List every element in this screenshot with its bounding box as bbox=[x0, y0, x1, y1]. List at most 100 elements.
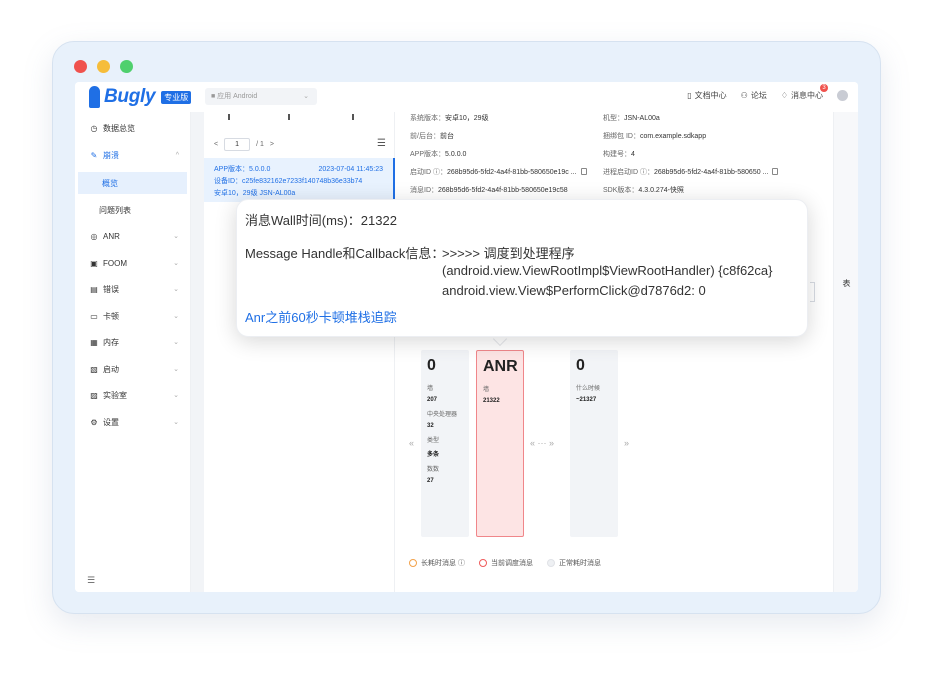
sdk-version-field: SDK版本：4.3.0.274-快照 bbox=[603, 187, 684, 194]
app-selector[interactable]: ■ 应用 Android ⌄ bbox=[205, 88, 317, 105]
window-close-button[interactable] bbox=[74, 60, 87, 73]
record-app-version: APP版本：5.0.0.0 bbox=[214, 166, 271, 173]
launch-id-field: 启动ID ⓘ：268b95d6-5fd2-4a4f-81bb-580650e19… bbox=[410, 167, 587, 177]
chevron-up-icon: ^ bbox=[175, 151, 179, 159]
sidebar-item-label: FOOM bbox=[103, 258, 127, 268]
legend-normal-message: 正常耗时消息 bbox=[546, 558, 601, 568]
next-page-button[interactable]: > bbox=[270, 141, 274, 148]
expand-gap-arrows[interactable]: « ··· » bbox=[530, 438, 554, 448]
anr-icon: ◎ bbox=[90, 231, 98, 241]
message-column-anr[interactable]: ANR 墙 21322 bbox=[476, 350, 524, 537]
bundle-id-field: 捆绑包 ID：com.example.sdkapp bbox=[603, 133, 707, 140]
docs-label: 文档中心 bbox=[694, 91, 727, 100]
tab-table[interactable]: 表 bbox=[834, 278, 858, 289]
chevron-down-icon: ⌄ bbox=[173, 260, 179, 267]
sidebar-item-launch[interactable]: ▧ 启动 ⌄ bbox=[75, 358, 191, 380]
gear-icon: ⚙ bbox=[90, 417, 98, 427]
list-item[interactable]: APP版本：5.0.0.0 2023-07-04 11:45:23 设备ID：c… bbox=[204, 158, 395, 202]
sidebar-item-label: 错误 bbox=[103, 284, 119, 294]
sidebar-item-label: 卡顿 bbox=[103, 311, 119, 321]
sidebar-item-overview[interactable]: ◷ 数据总览 bbox=[75, 117, 191, 139]
forum-link[interactable]: ⚇ 论坛 bbox=[741, 90, 767, 101]
foom-icon: ▣ bbox=[90, 258, 98, 268]
message-count-badge: 3 bbox=[820, 84, 828, 92]
document-icon: ▯ bbox=[687, 91, 692, 100]
sidebar-item-label: 内存 bbox=[103, 337, 119, 347]
sidebar-item-crash-overview[interactable]: 概览 bbox=[78, 172, 187, 194]
sidebar-item-label: 设置 bbox=[103, 417, 119, 427]
sidebar-item-label: 启动 bbox=[103, 364, 119, 374]
message-id-field: 消息ID：268b95d6-5fd2-4a4f-81bb-580650e19c5… bbox=[410, 187, 568, 194]
page-input[interactable]: 1 bbox=[224, 138, 251, 151]
app-version-field: APP版本：5.0.0.0 bbox=[410, 151, 467, 158]
chevron-down-icon: ⌄ bbox=[173, 339, 179, 346]
process-launch-id-field: 进程启动ID ⓘ：268b95d6-5fd2-4a4f-81bb-580650 … bbox=[603, 167, 779, 177]
scroll-indicator bbox=[228, 114, 358, 122]
message-detail-popup: 消息Wall时间(ms)：21322 Message Handle和Callba… bbox=[236, 199, 808, 337]
chevron-down-icon: ⌄ bbox=[173, 392, 179, 399]
window-maximize-button[interactable] bbox=[120, 60, 133, 73]
sidebar-item-crash[interactable]: ✎ 崩溃 ^ bbox=[75, 144, 191, 166]
sidebar-item-memory[interactable]: ▦ 内存 ⌄ bbox=[75, 331, 191, 353]
content-gutter bbox=[191, 112, 204, 592]
column-count: 0 bbox=[576, 357, 585, 374]
sidebar-item-label: 实验室 bbox=[103, 390, 127, 400]
avatar[interactable] bbox=[837, 90, 848, 101]
sidebar-item-label: 数据总览 bbox=[103, 123, 135, 133]
right-panel-edge bbox=[810, 282, 815, 302]
chevron-down-icon: ⌄ bbox=[173, 313, 179, 320]
sidebar-item-error[interactable]: ▤ 错误 ⌄ bbox=[75, 278, 191, 300]
page-total: / 1 bbox=[256, 141, 264, 148]
brand-badge: 专业版 bbox=[161, 90, 192, 104]
brand-logo[interactable]: Bugly 专业版 bbox=[89, 85, 192, 109]
handle-line-2: (android.view.ViewRootImpl$ViewRootHandl… bbox=[442, 263, 773, 278]
legend-long-message: 长耗时消息 ⓘ bbox=[409, 558, 465, 568]
copy-icon[interactable] bbox=[772, 168, 779, 175]
build-number-field: 构建号：4 bbox=[603, 151, 635, 158]
message-column-prev[interactable]: 0 墙 207 中央处理器 32 类型 多条 数数 27 bbox=[421, 350, 469, 537]
message-column-next[interactable]: 0 什么时候 ~21327 bbox=[570, 350, 618, 537]
sidebar-item-label: 崩溃 bbox=[103, 150, 119, 160]
lag-icon: ▭ bbox=[90, 311, 98, 321]
column-count: ANR bbox=[483, 358, 518, 375]
right-side-strip: 表 bbox=[833, 112, 858, 592]
legend-current-message: 当前调度消息 bbox=[478, 558, 533, 568]
sidebar-item-label: 问题列表 bbox=[99, 205, 131, 215]
app-selector-value: ■ 应用 Android bbox=[211, 93, 258, 100]
window-minimize-button[interactable] bbox=[97, 60, 110, 73]
menu-icon[interactable]: ☰ bbox=[377, 138, 386, 149]
sidebar-item-lag[interactable]: ▭ 卡顿 ⌄ bbox=[75, 305, 191, 327]
app-window: Bugly 专业版 ■ 应用 Android ⌄ ▯ 文档中心 ⚇ 论坛 ♢ 消… bbox=[75, 82, 858, 592]
chevron-down-icon: ⌄ bbox=[173, 366, 179, 373]
error-icon: ▤ bbox=[90, 284, 98, 294]
copy-icon[interactable] bbox=[580, 168, 587, 175]
sidebar-item-anr[interactable]: ◎ ANR ⌄ bbox=[75, 225, 191, 247]
docs-link[interactable]: ▯ 文档中心 bbox=[687, 90, 726, 101]
handle-line-3: android.view.View$PerformClick@d7876d2: … bbox=[442, 283, 706, 298]
sidebar-item-issue-list[interactable]: 问题列表 bbox=[75, 199, 191, 221]
wall-time-text: 消息Wall时间(ms)：21322 bbox=[245, 213, 397, 228]
message-legend: 长耗时消息 ⓘ 当前调度消息 正常耗时消息 bbox=[409, 558, 601, 568]
prev-page-button[interactable]: < bbox=[214, 141, 218, 148]
record-device-id: 设备ID：c25fe832162e7233f140748b36e33b74 bbox=[214, 178, 363, 185]
collapse-sidebar-icon[interactable]: ☰ bbox=[87, 575, 95, 586]
sidebar-item-settings[interactable]: ⚙ 设置 ⌄ bbox=[75, 411, 191, 433]
clock-icon: ◷ bbox=[90, 123, 98, 133]
chevron-down-icon: ⌄ bbox=[303, 93, 309, 100]
sidebar-item-lab[interactable]: ▨ 实验室 ⌄ bbox=[75, 384, 191, 406]
handle-label: Message Handle和Callback信息： bbox=[245, 246, 445, 261]
scroll-left-arrow[interactable]: « bbox=[409, 438, 414, 448]
scroll-right-arrow[interactable]: » bbox=[624, 438, 629, 448]
stack-trace-link[interactable]: Anr之前60秒卡顿堆栈追踪 bbox=[245, 307, 397, 326]
launch-icon: ▧ bbox=[90, 364, 98, 374]
pagination: < 1 / 1 > bbox=[214, 138, 274, 151]
record-list-panel: < 1 / 1 > ☰ APP版本：5.0.0.0 2023-07-04 11:… bbox=[204, 112, 395, 592]
model-field: 机型：JSN-AL00a bbox=[603, 115, 660, 122]
foreground-field: 前/后台：前台 bbox=[410, 133, 454, 140]
chevron-down-icon: ⌄ bbox=[173, 419, 179, 426]
sidebar-item-label: ANR bbox=[103, 231, 120, 241]
sidebar-item-foom[interactable]: ▣ FOOM ⌄ bbox=[75, 252, 191, 274]
message-center-label: 消息中心 bbox=[791, 91, 823, 100]
message-center-link[interactable]: ♢ 消息中心 3 bbox=[781, 84, 828, 101]
forum-label: 论坛 bbox=[750, 91, 767, 100]
